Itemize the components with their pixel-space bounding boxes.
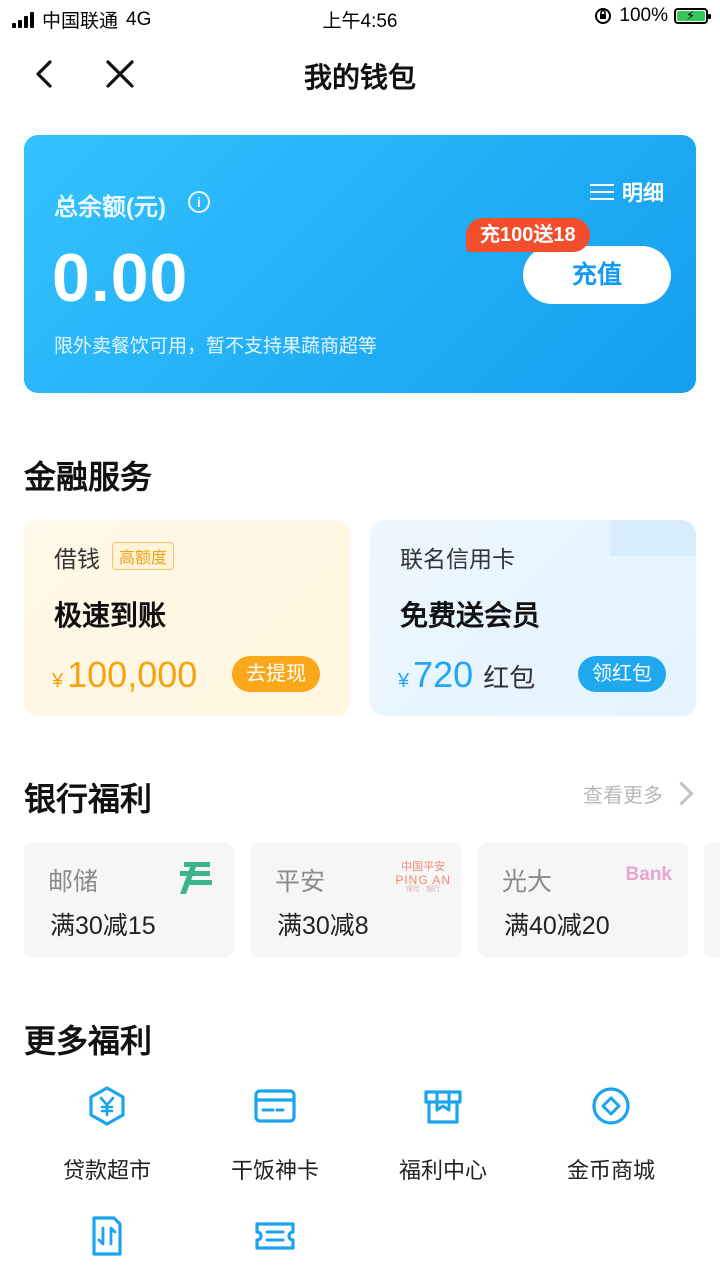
get-red-packet-button[interactable]: 领红包 [578,656,666,692]
transfer-doc-icon [92,1216,122,1256]
loan-amount: ¥ 100,000 [52,654,197,696]
gift-box-icon [424,1090,462,1124]
withdraw-button[interactable]: 去提现 [232,656,320,692]
pingan-logo: 中国平安 PING AN 保险 · 银行 [395,861,451,894]
bank-offer: 满40减20 [504,912,610,940]
finance-section-title: 金融服务 [24,459,153,495]
battery-icon: ⚡ [674,8,711,24]
balance-label: 总余额(元) [54,194,166,221]
benefit-item-6[interactable] [190,1214,360,1283]
view-more-link[interactable]: 查看更多 [583,779,694,808]
view-more-label: 查看更多 [583,785,663,807]
card-icon [254,1089,296,1123]
coin-icon [592,1087,630,1125]
bank-logo: Bank [625,864,672,885]
balance-card: 总余额(元) i 0.00 限外卖餐饮可用，暂不支持果蔬商超等 明细 充值 充1… [24,135,696,393]
battery-percent: 100% [619,5,668,26]
bank-section-title: 银行福利 [24,781,153,817]
benefit-label: 干饭神卡 [230,1158,319,1183]
balance-amount: 0.00 [52,240,189,316]
credit-card-name: 联名信用卡 [400,546,515,572]
balance-note: 限外卖餐饮可用，暂不支持果蔬商超等 [54,336,378,357]
benefit-item-5[interactable] [22,1214,192,1283]
bank-card-peek[interactable] [704,842,720,958]
orientation-lock-icon [595,8,612,24]
nav-bar: 我的钱包 [0,44,720,104]
loan-amount-value: 100,000 [67,654,198,695]
benefit-label: 金币商城 [566,1158,655,1183]
benefit-label: 福利中心 [398,1158,487,1183]
benefit-coin-mall[interactable]: 金币商城 [526,1084,696,1185]
bank-name: 光大 [502,868,553,896]
benefit-label: 贷款超市 [62,1158,151,1183]
pingan-logo-line3: 保险 · 银行 [406,886,441,894]
benefit-loan-market[interactable]: 贷款超市 [22,1084,192,1185]
loan-headline: 极速到账 [54,600,167,631]
credit-amount-suffix: 红包 [483,663,536,693]
page-title: 我的钱包 [303,62,416,93]
benefit-meal-card[interactable]: 干饭神卡 [190,1084,360,1185]
pingan-logo-line2: PING AN [395,872,451,887]
bank-offer: 满30减8 [277,912,369,940]
topup-button[interactable]: 充值 [523,246,671,304]
credit-card-amount: ¥ 720 红包 [398,654,535,696]
credit-card-card[interactable]: 联名信用卡 免费送会员 ¥ 720 红包 领红包 [370,520,696,716]
chevron-right-icon [669,781,694,806]
status-right: 100% ⚡ [593,5,711,27]
bank-card-pingan[interactable]: 平安 满30减8 中国平安 PING AN 保险 · 银行 [251,842,461,958]
info-icon[interactable]: i [188,191,210,213]
bank-name: 平安 [275,868,326,896]
bank-card-postal[interactable]: 邮储 满30减15 [24,842,234,958]
bank-name: 邮储 [48,868,99,896]
ticket-icon [255,1222,295,1250]
pingan-logo-line1: 中国平安 [401,861,446,873]
loan-currency: ¥ [52,670,64,692]
benefit-welfare-center[interactable]: 福利中心 [358,1084,528,1185]
detail-label: 明细 [622,182,664,205]
status-bar: 中国联通 4G 上午4:56 100% ⚡ [0,0,720,34]
list-icon [590,182,614,202]
loan-card[interactable]: 借钱 高额度 极速到账 ¥ 100,000 去提现 [24,520,350,716]
more-benefits-section-title: 更多福利 [24,1023,153,1059]
promo-badge: 充100送18 [466,218,590,252]
bank-card-everbright[interactable]: 光大 满40减20 Bank [478,842,688,958]
loan-name: 借钱 [54,546,100,572]
credit-currency: ¥ [398,670,410,692]
bank-offer: 满30减15 [50,912,156,940]
credit-amount-value: 720 [413,654,474,695]
postal-savings-logo-icon [180,862,212,894]
detail-button[interactable]: 明细 [590,177,664,207]
credit-card-headline: 免费送会员 [400,600,541,631]
decoration [610,520,696,556]
loan-tag: 高额度 [112,542,175,570]
yen-hexagon-icon [89,1086,125,1126]
